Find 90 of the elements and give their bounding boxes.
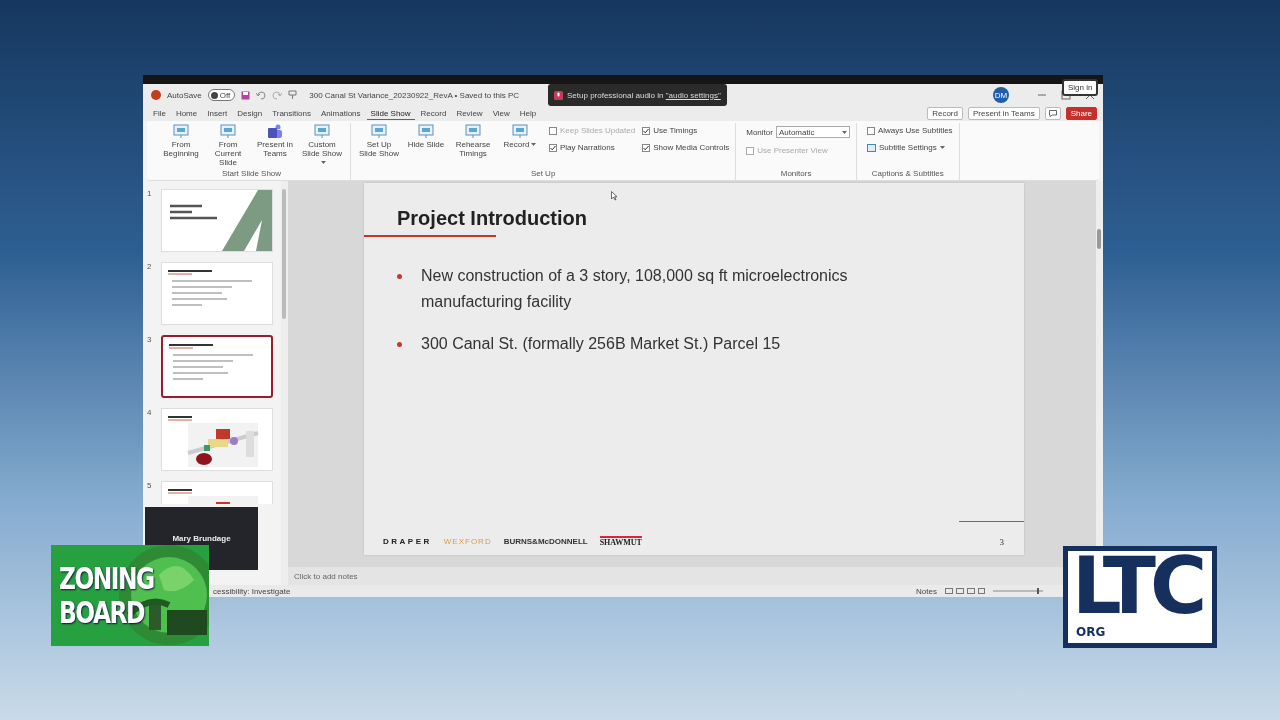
accessibility-status[interactable]: cessibility: Investigate: [213, 586, 291, 596]
checkbox-icon: [642, 143, 651, 152]
view-buttons-icon[interactable]: [945, 588, 985, 594]
slide-number: 1: [147, 189, 153, 200]
caret-icon: [531, 143, 537, 147]
zoom-slider-icon[interactable]: [993, 588, 1043, 594]
ribbon-button[interactable]: Custom Slide Show: [300, 123, 344, 169]
ribbon-tab[interactable]: Slide Show: [366, 107, 415, 120]
ribbon-button[interactable]: From Current Slide: [206, 123, 250, 169]
slide-number: 2: [147, 262, 153, 273]
slide-thumbnail[interactable]: [161, 335, 273, 398]
caret-icon: [841, 130, 847, 134]
ribbon-button[interactable]: Present in Teams: [253, 123, 297, 160]
notes-placeholder[interactable]: Click to add notes: [294, 571, 358, 581]
autosave-toggle[interactable]: Off: [207, 89, 236, 101]
document-title[interactable]: 300 Canal St Variance_20230922_RevA • Saved to this PC: [309, 90, 520, 100]
save-icon[interactable]: [241, 90, 251, 100]
checkbox-icon: [642, 126, 651, 135]
ribbon-button[interactable]: Record: [498, 123, 542, 151]
ribbon-tab[interactable]: Insert: [203, 107, 232, 120]
present-in-teams-button[interactable]: Present in Teams: [967, 107, 1040, 120]
checkbox-icon: [866, 126, 875, 135]
ribbon-tab[interactable]: Record: [416, 107, 451, 120]
partner-logo: BURNS&McDONNELL: [503, 537, 588, 546]
ribbon-tab[interactable]: Transitions: [268, 107, 315, 120]
checkbox-icon: [549, 126, 557, 135]
checkbox-option[interactable]: Play Narrations: [549, 143, 636, 152]
sign-in-button[interactable]: Sign in: [1062, 79, 1099, 96]
notes-button[interactable]: Notes: [916, 586, 937, 596]
slide-title: Project Introduction: [397, 207, 588, 230]
subtitle-settings-button[interactable]: Subtitle Settings: [866, 143, 953, 152]
caret-icon: [939, 146, 945, 149]
group-label: Monitors: [780, 169, 812, 180]
screen-icon: [465, 124, 481, 139]
ribbon-tab[interactable]: Animations: [317, 107, 365, 120]
subtitle-icon: [866, 143, 876, 152]
checkbox-option[interactable]: Use Timings: [642, 126, 730, 135]
ribbon-tab[interactable]: View: [488, 107, 514, 120]
user-avatar[interactable]: DM: [993, 87, 1009, 103]
screen-icon: [512, 124, 528, 139]
monitor-dropdown[interactable]: Automatic: [775, 126, 850, 138]
slide-number: 3: [147, 335, 153, 346]
toast-message: Setup professional audio in "audio settings": [567, 90, 721, 100]
show-logo-text: ZONING: [59, 561, 154, 596]
ribbon-button[interactable]: Rehearse Timings: [451, 123, 495, 160]
slide-number: 4: [147, 408, 153, 419]
monitor-label: Monitor: [746, 127, 773, 137]
group-label: Set Up: [530, 169, 556, 180]
checkbox-option[interactable]: Show Media Controls: [642, 143, 730, 152]
ribbon-tab[interactable]: Design: [233, 107, 267, 120]
ribbon-tab[interactable]: Review: [452, 107, 487, 120]
ribbon-tab[interactable]: Home: [171, 107, 202, 120]
checkbox-option[interactable]: Always Use Subtitles: [866, 126, 953, 135]
record-button[interactable]: Record: [927, 107, 963, 120]
cursor-icon: [611, 191, 618, 201]
page-number: 3: [999, 536, 1004, 547]
partner-logo: DRAPER: [383, 537, 432, 546]
speech-bubble-icon: [1048, 110, 1057, 117]
screen-icon: [371, 124, 387, 139]
group-label: Captions & Subtitles: [871, 169, 944, 180]
caret-icon: [320, 161, 326, 164]
screen-icon: [220, 124, 236, 139]
slide-number: 5: [147, 481, 153, 492]
screen-icon: [173, 124, 189, 139]
share-button[interactable]: Share: [1065, 107, 1097, 120]
screen-icon: [314, 124, 330, 139]
bullet-text: New construction of a 3 story, 108,000 sq ft microelectronics manufacturing facility: [421, 265, 849, 312]
group-label: Start Slide Show: [221, 169, 282, 180]
microphone-icon: [554, 90, 563, 100]
ribbon-tab[interactable]: File: [149, 107, 170, 120]
presenter-icon[interactable]: [288, 90, 298, 100]
partner-logo: SHAWMUT: [599, 536, 642, 547]
ribbon-button[interactable]: Hide Slide: [404, 123, 448, 151]
app-logo-icon: [151, 90, 161, 100]
screen-icon: [418, 124, 434, 139]
bullet-icon: [397, 273, 402, 279]
autosave-label: AutoSave: [167, 90, 202, 100]
bullet-text: 300 Canal St. (formally 256B Market St.) Parcel 15: [421, 333, 781, 354]
ribbon-tab[interactable]: Help: [515, 107, 541, 120]
show-logo-text: BOARD: [59, 595, 146, 630]
partner-logo: WEXFORD: [443, 537, 492, 546]
speaker-name: Mary Brundage: [172, 534, 231, 543]
ribbon-button[interactable]: Set Up Slide Show: [357, 123, 401, 160]
checkbox-icon: [549, 143, 557, 152]
checkbox-icon: [746, 146, 755, 155]
bullet-icon: [397, 341, 402, 347]
ribbon-button[interactable]: From Beginning: [159, 123, 203, 160]
comments-button[interactable]: [1044, 107, 1061, 120]
audio-settings-link[interactable]: "audio settings": [665, 90, 721, 100]
people-icon: [267, 124, 283, 139]
